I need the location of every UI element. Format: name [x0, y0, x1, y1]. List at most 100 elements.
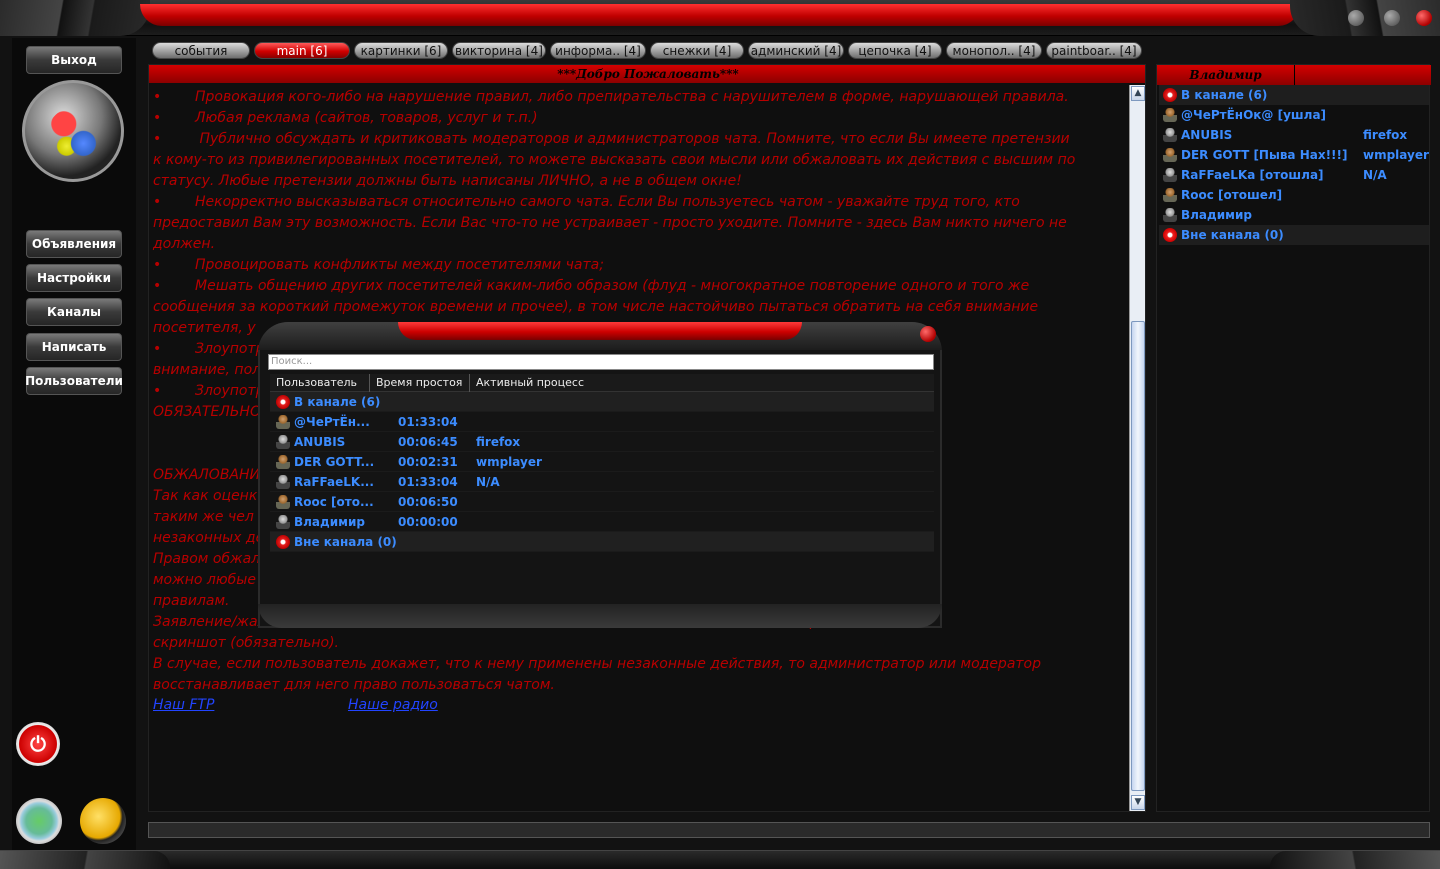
user-row[interactable]: Rooc [отошел] — [1159, 185, 1429, 205]
chat-line-text: Злоупотр — [195, 383, 265, 399]
user-name: DER GOTT [Пыва Нах!!!] — [1181, 148, 1348, 162]
chat-line: • Мешать общению других посетителей каким… — [153, 276, 1125, 297]
users-popup-window[interactable]: Поиск... Пользователь Время простоя Акти… — [258, 322, 942, 628]
tab-main[interactable]: main [6] — [254, 42, 350, 59]
title-bar-accent — [140, 4, 1300, 26]
user-group-row[interactable]: В канале (6) — [1159, 85, 1429, 105]
popup-process: firefox — [476, 435, 521, 449]
chat-line-text: внимание, пол — [153, 362, 262, 378]
user-group-row[interactable]: Вне канала (0) — [1159, 225, 1429, 245]
chat-line: восстанавливает для него право пользоват… — [153, 675, 1125, 696]
column-user[interactable]: Пользователь — [270, 374, 370, 392]
user-name: @ЧеРтЁнОк@ [ушла] — [1181, 108, 1327, 122]
chat-line-text: Некорректно высказываться относительно с… — [195, 194, 1020, 210]
tab-snowballs[interactable]: снежки [4] — [650, 42, 744, 59]
nav-channels-button[interactable]: Каналы — [26, 298, 122, 326]
chat-line-text: В случае, если пользователь докажет, что… — [153, 656, 1042, 672]
nav-write-button[interactable]: Написать — [26, 333, 122, 361]
user-row[interactable]: Владимир — [1159, 205, 1429, 225]
bullet-icon: • — [153, 383, 162, 399]
chat-line: В случае, если пользователь докажет, что… — [153, 654, 1125, 675]
user-avatar-icon — [276, 415, 290, 429]
popup-process: wmplayer — [476, 455, 542, 469]
popup-user-name: В канале (6) — [294, 395, 381, 409]
nav-users-button[interactable]: Пользователи — [25, 367, 123, 395]
chat-line: предоставил Вам эту возможность. Если Ва… — [153, 213, 1125, 234]
nav-announcements-button[interactable]: Объявления — [26, 230, 122, 258]
user-name: ANUBIS — [1181, 128, 1233, 142]
user-row[interactable]: DER GOTT [Пыва Нах!!!] wmplayer — [1159, 145, 1429, 165]
tab-pictures[interactable]: картинки [6] — [354, 42, 448, 59]
popup-group-row[interactable]: Вне канала (0) — [270, 532, 934, 552]
popup-search-input[interactable]: Поиск... — [268, 354, 934, 370]
scroll-down-icon[interactable]: ▼ — [1131, 795, 1145, 810]
chat-line-text: статусу. Любые претензии должны быть нап… — [153, 173, 742, 189]
tab-paintboard[interactable]: paintboar.. [4] — [1046, 42, 1142, 59]
radio-link[interactable]: Наше радио — [348, 697, 438, 713]
maximize-button[interactable] — [1384, 10, 1400, 26]
bottom-frame-right — [1270, 851, 1440, 869]
chat-line: • Публично обсуждать и критиковать модер… — [153, 129, 1125, 150]
tab-quiz[interactable]: викторина [4] — [452, 42, 546, 59]
popup-user-name: Вне канала (0) — [294, 535, 397, 549]
user-avatar-icon — [1163, 128, 1177, 142]
popup-group-row[interactable]: В канале (6) — [270, 392, 934, 412]
column-active-process[interactable]: Активный процесс — [470, 374, 934, 392]
popup-user-row[interactable]: Rooc [ото... 00:06:50 — [270, 492, 934, 512]
message-input[interactable] — [148, 822, 1430, 838]
popup-idle-time: 00:06:50 — [398, 495, 458, 509]
tab-monopoly[interactable]: монопол.. [4] — [946, 42, 1042, 59]
power-icon[interactable]: ⏻ — [16, 722, 60, 766]
bullet-icon: • — [153, 110, 162, 126]
tab-events[interactable]: события — [152, 42, 250, 59]
title-bar[interactable] — [0, 0, 1440, 36]
chat-scrollbar[interactable]: ▲ ▼ — [1129, 85, 1145, 811]
popup-user-row[interactable]: ANUBIS 00:06:45 firefox — [270, 432, 934, 452]
chat-line-text: Провокация кого-либо на нарушение правил… — [195, 89, 1069, 105]
chat-line: • Провоцировать конфликты между посетител… — [153, 255, 1125, 276]
chat-line-text: Мешать общению других посетителей каким-… — [195, 278, 1030, 294]
close-button[interactable] — [1416, 10, 1432, 26]
ftp-link[interactable]: Наш FTP — [153, 697, 214, 713]
user-avatar-icon — [1163, 168, 1177, 182]
popup-user-row[interactable]: @ЧеРтЁн... 01:33:04 — [270, 412, 934, 432]
user-row[interactable]: RaFFaeLKa [отошла] N/A — [1159, 165, 1429, 185]
chat-line: • Провокация кого-либо на нарушение прави… — [153, 87, 1125, 108]
popup-bottom-frame — [258, 604, 942, 628]
user-avatar-icon — [276, 435, 290, 449]
column-idle-time[interactable]: Время простоя — [370, 374, 470, 392]
tab-admin[interactable]: админский [4] — [748, 42, 844, 59]
user-list-panel: Владимир В канале (6) @ЧеРтЁнОк@ [ушла] AN… — [1156, 64, 1431, 812]
minimize-button[interactable] — [1348, 10, 1364, 26]
popup-idle-time: 01:33:04 — [398, 475, 458, 489]
popup-close-icon[interactable] — [920, 326, 936, 342]
scroll-up-icon[interactable]: ▲ — [1131, 86, 1145, 101]
user-avatar-icon — [276, 455, 290, 469]
scroll-thumb[interactable] — [1131, 321, 1145, 791]
link-ftp-wrapper: Наш FTP — [153, 697, 214, 713]
popup-user-name: Rooc [ото... — [294, 495, 374, 509]
chat-line-text: правилам. — [153, 593, 230, 609]
user-name: В канале (6) — [1181, 88, 1268, 102]
picture-icon[interactable] — [16, 798, 62, 844]
user-row[interactable]: ANUBIS firefox — [1159, 125, 1429, 145]
user-avatar-icon — [276, 495, 290, 509]
user-avatar-icon — [276, 515, 290, 529]
popup-user-row[interactable]: DER GOTT... 00:02:31 wmplayer — [270, 452, 934, 472]
popup-user-row[interactable]: RaFFaeLK... 01:33:04 N/A — [270, 472, 934, 492]
group-toggle-icon — [276, 535, 290, 549]
exit-button[interactable]: Выход — [26, 46, 122, 74]
nav-settings-button[interactable]: Настройки — [26, 264, 122, 292]
bullet-icon: • — [153, 341, 162, 357]
tab-info[interactable]: информа.. [4] — [550, 42, 646, 59]
user-process: firefox — [1363, 128, 1408, 142]
user-row[interactable]: @ЧеРтЁнОк@ [ушла] — [1159, 105, 1429, 125]
chat-line: сообщения за короткий промежуток времени… — [153, 297, 1125, 318]
smiley-ball-icon[interactable] — [80, 798, 126, 844]
chat-line: • Некорректно высказываться относительно … — [153, 192, 1125, 213]
popup-user-row[interactable]: Владимир 00:00:00 — [270, 512, 934, 532]
bullet-icon: • — [153, 89, 162, 105]
chat-app-window: Выход Объявления Настройки Каналы Написа… — [0, 0, 1440, 869]
tab-chain[interactable]: цепочка [4] — [848, 42, 942, 59]
bullet-icon: • — [153, 278, 162, 294]
